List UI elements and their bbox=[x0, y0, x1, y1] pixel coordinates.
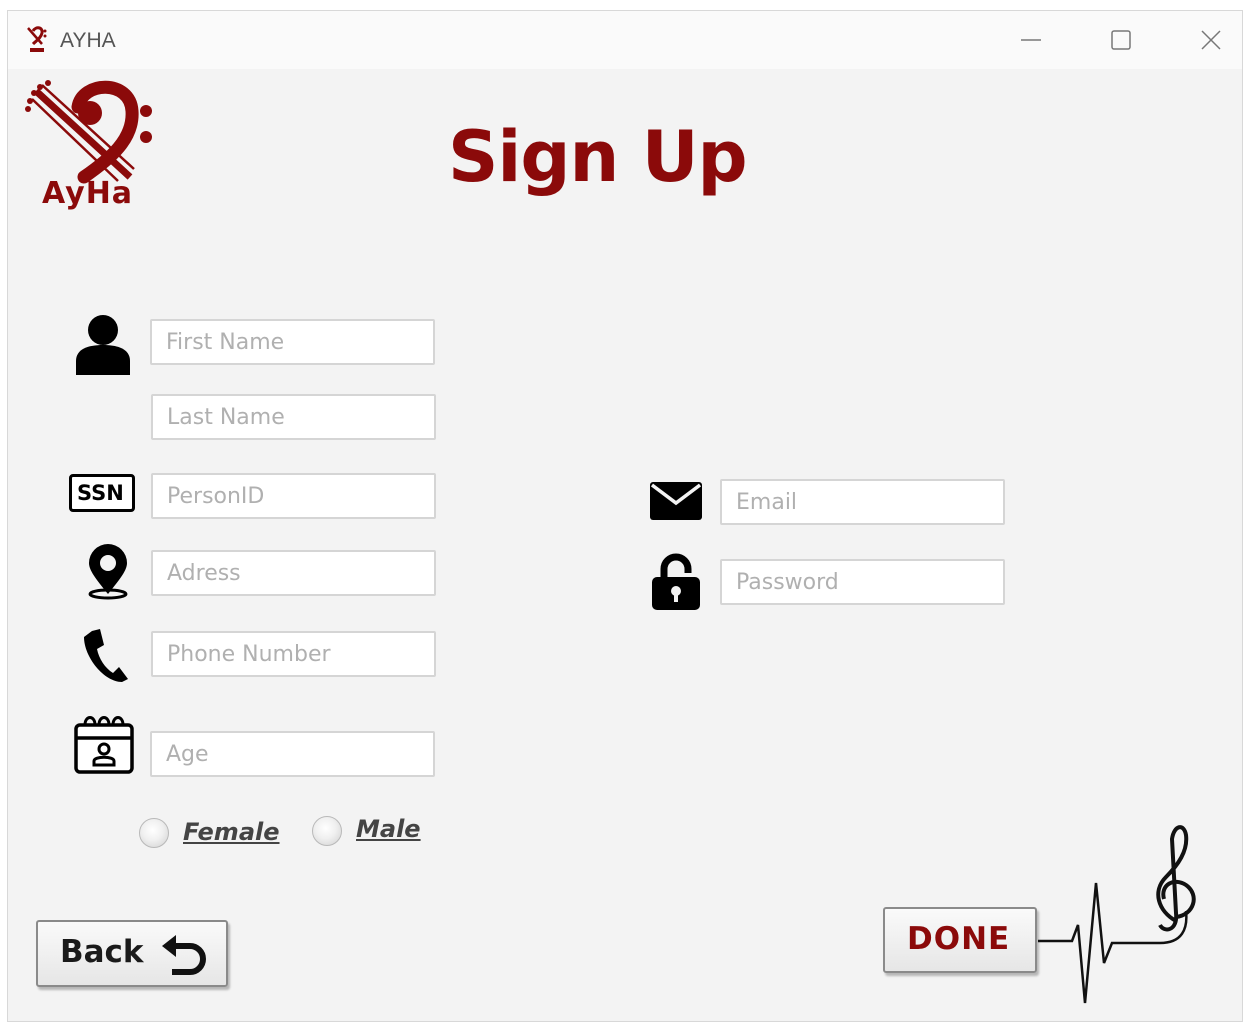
calendar-icon bbox=[74, 716, 134, 774]
close-button[interactable] bbox=[1186, 21, 1236, 59]
age-input[interactable] bbox=[150, 731, 435, 777]
phone-icon bbox=[84, 629, 128, 682]
window-title: AYHA bbox=[60, 29, 116, 52]
last-name-input[interactable] bbox=[151, 394, 436, 440]
done-button[interactable]: DONE bbox=[883, 907, 1037, 973]
treble-clef-heartbeat-icon bbox=[1038, 825, 1196, 1004]
done-button-label: DONE bbox=[907, 921, 1011, 957]
address-input[interactable] bbox=[151, 550, 436, 596]
app-logo-icon bbox=[27, 26, 47, 52]
user-icon bbox=[76, 315, 130, 375]
app-window: AYHA AyHa Sign Up First Name Last Name S… bbox=[7, 10, 1243, 1022]
page-title: Sign Up bbox=[448, 116, 748, 198]
first-name-input[interactable] bbox=[150, 319, 435, 365]
ssn-icon: SSN bbox=[69, 474, 135, 512]
phone-number-input[interactable] bbox=[151, 631, 436, 677]
unlock-icon bbox=[652, 553, 700, 610]
back-button[interactable]: Back bbox=[36, 920, 228, 987]
female-label[interactable]: Female bbox=[183, 818, 280, 846]
email-input[interactable] bbox=[720, 479, 1005, 525]
back-button-label: Back bbox=[60, 934, 144, 970]
close-icon bbox=[1201, 30, 1221, 50]
female-radio[interactable] bbox=[139, 818, 169, 848]
maximize-button[interactable] bbox=[1096, 21, 1146, 59]
minimize-icon bbox=[1021, 39, 1041, 41]
ssn-icon-text: SSN bbox=[77, 481, 124, 505]
person-id-input[interactable] bbox=[151, 473, 436, 519]
undo-arrow-icon bbox=[162, 935, 206, 975]
location-pin-icon bbox=[88, 544, 128, 600]
password-input[interactable] bbox=[720, 559, 1005, 605]
male-radio[interactable] bbox=[312, 816, 342, 846]
mail-icon bbox=[650, 482, 702, 520]
title-bar: AYHA bbox=[8, 11, 1242, 69]
logo-text: AyHa bbox=[42, 176, 134, 211]
minimize-button[interactable] bbox=[1006, 21, 1056, 59]
maximize-icon bbox=[1111, 30, 1131, 50]
male-label[interactable]: Male bbox=[356, 815, 421, 843]
